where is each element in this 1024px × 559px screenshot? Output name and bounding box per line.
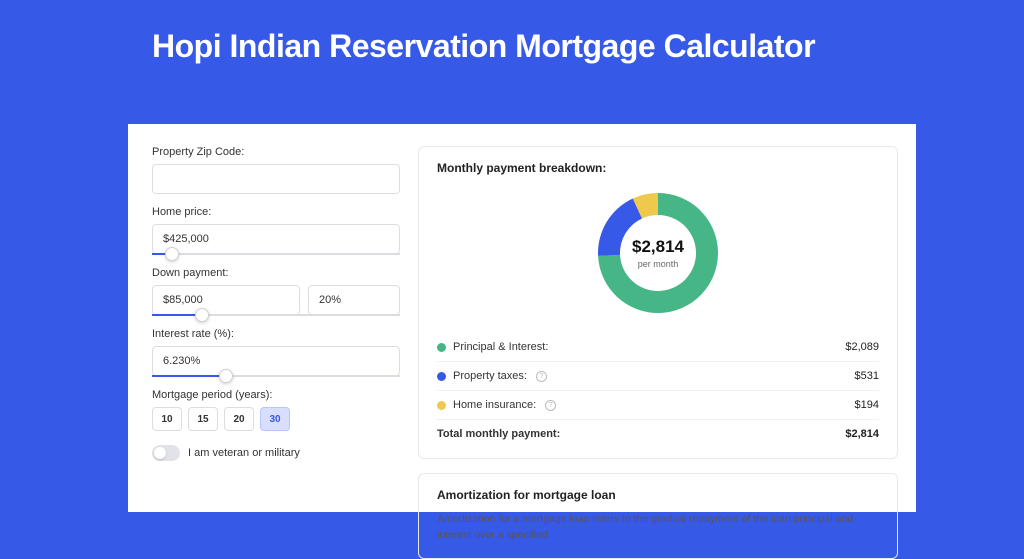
total-label: Total monthly payment: [437, 428, 560, 440]
rate-field: Interest rate (%): [152, 328, 400, 377]
donut-center: $2,814 per month [594, 189, 722, 317]
period-button-group: 10152030 [152, 407, 400, 431]
legend-dot [437, 343, 446, 352]
amortization-card: Amortization for mortgage loan Amortizat… [418, 473, 898, 559]
donut-sub: per month [638, 259, 679, 269]
rate-label: Interest rate (%): [152, 328, 400, 340]
page-title: Hopi Indian Reservation Mortgage Calcula… [0, 0, 1024, 83]
period-btn-20[interactable]: 20 [224, 407, 254, 431]
breakdown-card: Monthly payment breakdown: $2,814 per mo… [418, 146, 898, 459]
zip-input[interactable] [152, 164, 400, 194]
results-panel: Monthly payment breakdown: $2,814 per mo… [418, 146, 898, 512]
price-label: Home price: [152, 206, 400, 218]
price-slider[interactable] [152, 253, 400, 255]
breakdown-line-label: Property taxes:? [437, 370, 547, 382]
donut-chart: $2,814 per month [594, 189, 722, 317]
breakdown-item-label: Property taxes: [453, 370, 527, 382]
down-slider[interactable] [152, 314, 400, 316]
period-btn-15[interactable]: 15 [188, 407, 218, 431]
veteran-toggle[interactable] [152, 445, 180, 461]
breakdown-item-label: Principal & Interest: [453, 341, 548, 353]
veteran-label: I am veteran or military [188, 447, 300, 459]
breakdown-item-label: Home insurance: [453, 399, 536, 411]
breakdown-line: Principal & Interest: $2,089 [437, 333, 879, 361]
rate-slider[interactable] [152, 375, 400, 377]
price-field: Home price: [152, 206, 400, 255]
legend-dot [437, 372, 446, 381]
total-line: Total monthly payment: $2,814 [437, 419, 879, 448]
veteran-row: I am veteran or military [152, 445, 400, 461]
calculator-card: Property Zip Code: Home price: Down paym… [128, 124, 916, 512]
breakdown-item-amount: $194 [855, 399, 879, 411]
down-field: Down payment: [152, 267, 400, 316]
down-slider-thumb[interactable] [195, 308, 209, 322]
breakdown-item-amount: $531 [855, 370, 879, 382]
zip-label: Property Zip Code: [152, 146, 400, 158]
amortization-text: Amortization for a mortgage loan refers … [437, 512, 879, 544]
rate-slider-thumb[interactable] [219, 369, 233, 383]
period-label: Mortgage period (years): [152, 389, 400, 401]
period-field: Mortgage period (years): 10152030 [152, 389, 400, 431]
breakdown-line-label: Home insurance:? [437, 399, 556, 411]
breakdown-line: Property taxes:? $531 [437, 361, 879, 390]
breakdown-lines: Principal & Interest: $2,089 Property taxe… [437, 333, 879, 419]
total-amount: $2,814 [845, 428, 879, 440]
down-amount-input[interactable] [152, 285, 300, 315]
zip-field: Property Zip Code: [152, 146, 400, 194]
period-btn-30[interactable]: 30 [260, 407, 290, 431]
form-panel: Property Zip Code: Home price: Down paym… [152, 146, 400, 512]
donut-amount: $2,814 [632, 237, 684, 257]
breakdown-title: Monthly payment breakdown: [437, 161, 879, 175]
down-label: Down payment: [152, 267, 400, 279]
legend-dot [437, 401, 446, 410]
down-percent-input[interactable] [308, 285, 400, 315]
price-input[interactable] [152, 224, 400, 254]
amortization-title: Amortization for mortgage loan [437, 488, 879, 502]
period-btn-10[interactable]: 10 [152, 407, 182, 431]
breakdown-item-amount: $2,089 [845, 341, 879, 353]
breakdown-line: Home insurance:? $194 [437, 390, 879, 419]
rate-input[interactable] [152, 346, 400, 376]
info-icon[interactable]: ? [545, 400, 556, 411]
price-slider-thumb[interactable] [165, 247, 179, 261]
breakdown-line-label: Principal & Interest: [437, 341, 548, 353]
info-icon[interactable]: ? [536, 371, 547, 382]
donut-chart-wrap: $2,814 per month [437, 185, 879, 333]
